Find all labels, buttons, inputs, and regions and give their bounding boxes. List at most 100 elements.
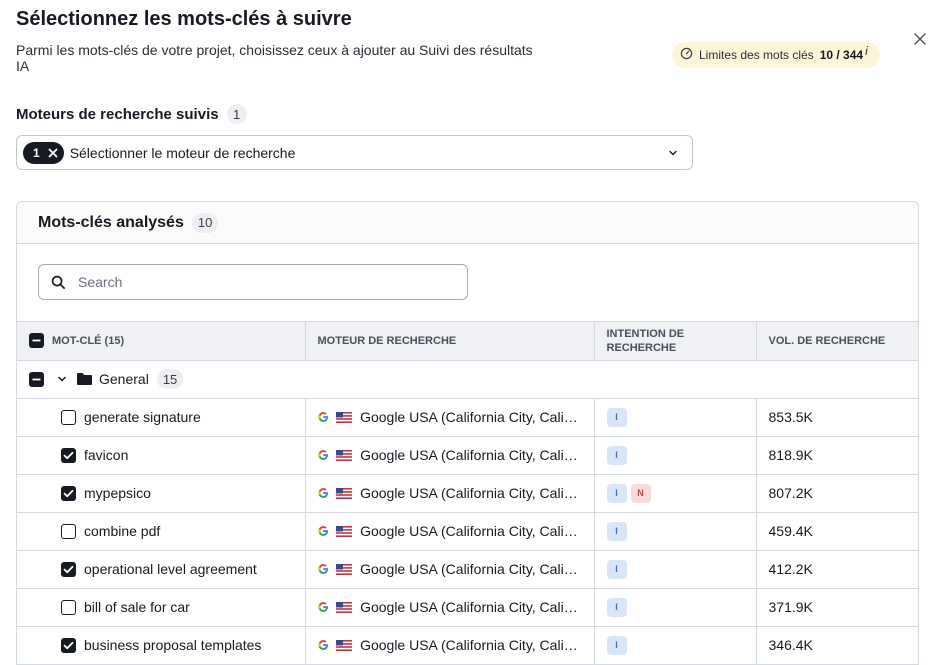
keyword-text: operational level agreement <box>84 561 257 577</box>
engine-name: Google USA (California City, California,… <box>360 485 581 501</box>
intent-badge: I <box>606 407 627 427</box>
engine-name: Google USA (California City, California,… <box>360 599 581 615</box>
keyword-limits-badge: Limites des mots clés 10 / 344 i <box>672 42 880 68</box>
keywords-panel-header: Mots-clés analysés 10 <box>17 202 918 244</box>
column-header-intent[interactable]: INTENTION DE RECHERCHE <box>594 322 757 361</box>
table-row[interactable]: favicon Google USA (California City, Cal… <box>17 436 918 475</box>
engine-select-dropdown[interactable]: 1 Sélectionner le moteur de recherche <box>16 135 693 170</box>
folder-icon <box>77 373 92 385</box>
info-icon[interactable]: i <box>865 44 868 58</box>
intent-cell: I <box>594 436 757 475</box>
search-volume: 818.9K <box>756 436 918 475</box>
search-volume: 853.5K <box>756 398 918 437</box>
intent-badge: I <box>606 635 627 655</box>
table-row[interactable]: generate signature Google USA (Californi… <box>17 398 918 437</box>
search-box[interactable] <box>38 264 468 300</box>
chevron-down-icon[interactable] <box>56 373 68 385</box>
engine-name: Google USA (California City, California,… <box>360 447 581 463</box>
keyword-text: business proposal templates <box>84 637 262 653</box>
clear-icon[interactable] <box>48 148 58 158</box>
google-icon <box>317 640 328 650</box>
us-flag-icon <box>336 411 353 423</box>
table-row[interactable]: business proposal templates Google USA (… <box>17 626 918 665</box>
google-icon <box>317 488 328 498</box>
limits-label: Limites des mots clés <box>699 48 814 62</box>
column-header-keyword[interactable]: MOT-CLÉ (15) <box>17 322 306 361</box>
us-flag-icon <box>336 639 353 651</box>
intent-badge: I <box>606 445 627 465</box>
group-row[interactable]: General 15 <box>17 360 918 399</box>
intent-cell: I <box>594 398 757 437</box>
engine-name: Google USA (California City, California,… <box>360 637 581 653</box>
group-count: 15 <box>156 369 184 389</box>
selected-engines-chip[interactable]: 1 <box>23 141 64 164</box>
table-row[interactable]: combine pdf Google USA (California City,… <box>17 512 918 551</box>
intent-badge: I <box>606 559 627 579</box>
keyword-text: mypepsico <box>84 485 151 501</box>
google-icon <box>317 526 328 536</box>
google-icon <box>317 564 328 574</box>
search-icon <box>51 275 65 289</box>
gauge-icon <box>680 47 693 63</box>
intent-badge: I <box>606 521 627 541</box>
us-flag-icon <box>336 525 353 537</box>
engine-select-placeholder: Sélectionner le moteur de recherche <box>69 144 296 161</box>
engine-name: Google USA (California City, California,… <box>360 523 581 539</box>
keywords-count: 10 <box>191 212 219 233</box>
keyword-checkbox[interactable] <box>61 599 76 615</box>
us-flag-icon <box>336 487 353 499</box>
keyword-checkbox[interactable] <box>61 523 76 539</box>
intent-cell: I <box>594 626 757 665</box>
keyword-text: favicon <box>84 447 129 463</box>
keyword-checkbox[interactable] <box>61 409 76 425</box>
select-all-checkbox[interactable] <box>29 333 44 349</box>
engine-name: Google USA (California City, California,… <box>360 409 581 425</box>
dialog-subtitle: Parmi les mots-clés de votre projet, cho… <box>16 42 533 74</box>
intent-cell: I <box>594 512 757 551</box>
tracked-engines-label: Moteurs de recherche suivis 1 <box>16 104 247 124</box>
keywords-table: MOT-CLÉ (15) MOTEUR DE RECHERCHE INTENTI… <box>17 322 918 665</box>
keyword-checkbox[interactable] <box>61 637 76 653</box>
keyword-checkbox[interactable] <box>61 447 76 463</box>
keyword-text: combine pdf <box>84 523 161 539</box>
search-volume: 412.2K <box>756 550 918 589</box>
intent-cell: IN <box>594 474 757 513</box>
search-volume: 807.2K <box>756 474 918 513</box>
search-area <box>17 244 918 322</box>
engine-name: Google USA (California City, California,… <box>360 561 581 577</box>
keyword-text: bill of sale for car <box>84 599 190 615</box>
table-header-row: MOT-CLÉ (15) MOTEUR DE RECHERCHE INTENTI… <box>17 322 918 361</box>
search-input[interactable] <box>78 274 467 290</box>
keyword-text: generate signature <box>84 409 201 425</box>
search-volume: 459.4K <box>756 512 918 551</box>
chevron-down-icon <box>669 150 677 155</box>
close-button[interactable] <box>910 29 930 49</box>
intent-badge: N <box>630 483 651 503</box>
keyword-checkbox[interactable] <box>61 485 76 501</box>
column-header-volume[interactable]: VOL. DE RECHERCHE <box>756 322 918 361</box>
keywords-panel: Mots-clés analysés 10 MOT-CLÉ (15) <box>16 201 919 665</box>
us-flag-icon <box>336 601 353 613</box>
dialog-title: Sélectionnez les mots-clés à suivre <box>16 8 352 30</box>
google-icon <box>317 602 328 612</box>
table-row[interactable]: mypepsico Google USA (California City, C… <box>17 474 918 513</box>
search-volume: 346.4K <box>756 626 918 665</box>
group-name: General <box>99 371 149 387</box>
close-icon <box>914 33 926 45</box>
keywords-panel-title: Mots-clés analysés <box>38 213 184 231</box>
table-row[interactable]: bill of sale for car Google USA (Califor… <box>17 588 918 627</box>
intent-badge: I <box>606 597 627 617</box>
search-volume: 371.9K <box>756 588 918 627</box>
group-checkbox[interactable] <box>29 371 44 387</box>
intent-cell: I <box>594 588 757 627</box>
us-flag-icon <box>336 449 353 461</box>
limits-value: 10 / 344 <box>819 48 864 62</box>
google-icon <box>317 412 328 422</box>
google-icon <box>317 450 328 460</box>
column-header-engine[interactable]: MOTEUR DE RECHERCHE <box>305 322 595 361</box>
table-row[interactable]: operational level agreement Google USA (… <box>17 550 918 589</box>
tracked-engines-count: 1 <box>226 104 247 124</box>
intent-badge: I <box>606 483 627 503</box>
keyword-checkbox[interactable] <box>61 561 76 577</box>
us-flag-icon <box>336 563 353 575</box>
